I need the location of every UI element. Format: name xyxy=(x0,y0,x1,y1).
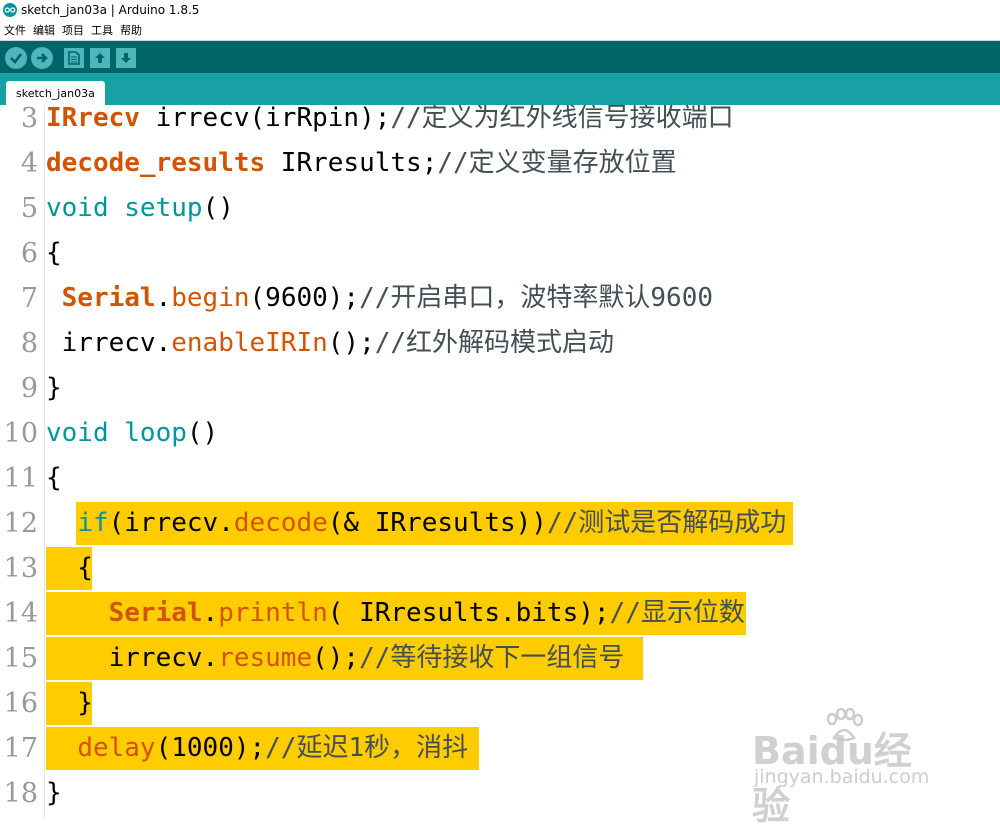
code-line: 4 decode_results IRresults;//定义变量存放位置 xyxy=(0,141,1000,186)
code-line: 6 { xyxy=(0,231,1000,276)
code-text: } xyxy=(46,373,62,403)
line-number: 12 xyxy=(3,508,38,539)
window-title: sketch_jan03a | Arduino 1.8.5 xyxy=(21,3,200,17)
save-button[interactable] xyxy=(116,47,136,68)
line-number: 15 xyxy=(3,643,38,674)
new-icon xyxy=(68,50,80,65)
code-line-highlighted: 15 irrecv.resume();//等待接收下一组信号 xyxy=(0,636,1000,681)
code-text: { xyxy=(46,553,93,583)
code-text: delay(1000);//延迟1秒，消抖 xyxy=(77,733,469,763)
line-number: 8 xyxy=(20,328,38,359)
code-line: 10 void loop() xyxy=(0,411,1000,456)
code-text: decode_results IRresults;//定义变量存放位置 xyxy=(46,148,677,178)
line-number: 3 xyxy=(20,105,38,134)
code-text: { xyxy=(46,463,62,493)
code-text: { xyxy=(46,238,62,268)
tab-bar: sketch_jan03a xyxy=(0,73,1000,105)
code-text: IRrecv irrecv(irRpin);//定义为红外线信号接收端口 xyxy=(46,105,734,133)
verify-button[interactable] xyxy=(5,46,27,69)
verify-icon xyxy=(10,52,23,64)
arduino-logo-icon xyxy=(3,3,17,17)
toolbar xyxy=(0,40,1000,74)
code-text: Serial.begin(9600);//开启串口，波特率默认9600 xyxy=(61,283,714,313)
code-line-highlighted: 14 Serial.println( IRresults.bits);//显示位… xyxy=(0,591,1000,636)
menu-file[interactable]: 文件 xyxy=(4,22,26,38)
line-number: 11 xyxy=(3,463,38,494)
code-text: void loop() xyxy=(46,418,219,448)
code-line: 7 Serial.begin(9600);//开启串口，波特率默认9600 xyxy=(0,276,1000,321)
line-number: 18 xyxy=(3,778,38,809)
title-bar: sketch_jan03a | Arduino 1.8.5 xyxy=(0,0,1000,20)
code-line: 3 IRrecv irrecv(irRpin);//定义为红外线信号接收端口 xyxy=(0,105,1000,141)
line-number: 13 xyxy=(3,553,38,584)
open-button[interactable] xyxy=(90,47,110,68)
line-number: 10 xyxy=(3,418,38,449)
menu-sketch[interactable]: 项目 xyxy=(62,22,84,38)
code-text: } xyxy=(46,688,93,718)
line-number: 7 xyxy=(20,283,38,314)
code-line: 8 irrecv.enableIRIn();//红外解码模式启动 xyxy=(0,321,1000,366)
line-number: 5 xyxy=(20,193,38,224)
code-line-highlighted: 12 if(irrecv.decode(& IRresults))//测试是否解… xyxy=(0,501,1000,546)
line-number: 9 xyxy=(20,373,38,404)
menu-bar: 文件 编辑 项目 工具 帮助 xyxy=(0,20,1000,39)
line-number: 16 xyxy=(3,688,38,719)
code-text: irrecv.enableIRIn();//红外解码模式启动 xyxy=(46,328,615,358)
code-line-highlighted: 13 { xyxy=(0,546,1000,591)
code-text: Serial.println( IRresults.bits);//显示位数 xyxy=(108,598,745,628)
code-line-highlighted: 16 } xyxy=(0,681,1000,726)
code-line: 18 } xyxy=(0,771,1000,816)
save-icon xyxy=(121,52,131,63)
code-text: if(irrecv.decode(& IRresults))//测试是否解码成功 xyxy=(77,508,787,538)
tab-sketch[interactable]: sketch_jan03a xyxy=(6,81,105,105)
code-line: 5 void setup() xyxy=(0,186,1000,231)
code-line: 11 { xyxy=(0,456,1000,501)
upload-icon xyxy=(37,52,48,63)
menu-edit[interactable]: 编辑 xyxy=(33,22,55,38)
code-editor[interactable]: 3 IRrecv irrecv(irRpin);//定义为红外线信号接收端口 4… xyxy=(0,105,1000,819)
line-number: 4 xyxy=(20,148,38,179)
upload-button[interactable] xyxy=(31,46,53,69)
new-button[interactable] xyxy=(64,47,84,68)
menu-tools[interactable]: 工具 xyxy=(91,22,113,38)
code-text: } xyxy=(46,778,62,808)
code-text: irrecv.resume();//等待接收下一组信号 xyxy=(46,643,625,673)
code-text: void setup() xyxy=(46,193,234,223)
menu-help[interactable]: 帮助 xyxy=(120,22,142,38)
line-number: 6 xyxy=(20,238,38,269)
line-number: 17 xyxy=(3,733,38,764)
code-line: 9 } xyxy=(0,366,1000,411)
line-number: 14 xyxy=(3,598,38,629)
open-icon xyxy=(95,52,105,63)
code-line-highlighted: 17 delay(1000);//延迟1秒，消抖 xyxy=(0,726,1000,771)
